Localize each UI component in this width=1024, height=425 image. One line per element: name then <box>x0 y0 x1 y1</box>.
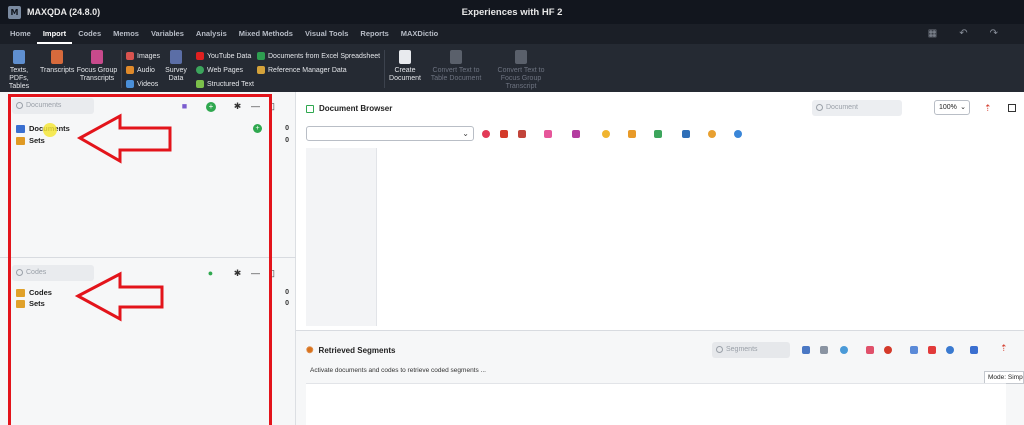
document-browser-title: Document Browser <box>306 104 392 113</box>
images-button[interactable]: Images <box>126 52 160 60</box>
convert-text-to-table-button[interactable]: Convert Text to Table Document <box>428 50 484 83</box>
create-document-button[interactable]: Create Document <box>388 50 422 83</box>
document-area-border <box>376 148 377 326</box>
overview-icon[interactable] <box>970 346 978 354</box>
document-search-input[interactable]: Document <box>812 100 902 116</box>
add-icon[interactable] <box>734 130 742 138</box>
in-vivo-icon[interactable] <box>544 130 552 138</box>
redo-icon[interactable]: ↷ <box>990 28 998 39</box>
comment-icon[interactable] <box>840 346 848 354</box>
focus-group-icon <box>91 50 103 64</box>
filter-icon[interactable] <box>866 346 874 354</box>
codes-count: 0 <box>285 289 289 296</box>
web-pages-button[interactable]: Web Pages <box>196 66 243 74</box>
tab-memos[interactable]: Memos <box>107 24 145 44</box>
hash-icon <box>196 80 204 88</box>
ribbon-separator <box>121 50 122 88</box>
reference-icon <box>257 66 265 74</box>
texts-pdfs-tables-button[interactable]: Texts, PDFs, Tables <box>2 50 36 91</box>
code-select-dropdown[interactable]: ⌄ <box>306 126 474 141</box>
panel-layout-icon[interactable] <box>1008 104 1016 112</box>
memo-icon[interactable] <box>628 130 636 138</box>
structured-text-button[interactable]: Structured Text <box>196 80 254 88</box>
code-icon[interactable] <box>518 130 526 138</box>
transcripts-button[interactable]: Transcripts <box>40 50 74 75</box>
survey-data-button[interactable]: Survey Data <box>162 50 190 83</box>
retrieved-segments-message: Activate documents and codes to retrieve… <box>310 367 486 374</box>
documents-count: 0 <box>285 125 289 132</box>
convert-table-icon <box>450 50 462 64</box>
code-sets-count: 0 <box>285 300 289 307</box>
edit-document-icon <box>306 104 314 113</box>
tab-analysis[interactable]: Analysis <box>190 24 233 44</box>
title-bar: M MAXQDA (24.8.0) Experiences with HF 2 <box>0 0 1024 24</box>
tab-reports[interactable]: Reports <box>354 24 394 44</box>
highlight-icon[interactable] <box>482 130 490 138</box>
image-icon <box>126 52 134 60</box>
youtube-data-button[interactable]: YouTube Data <box>196 52 251 60</box>
menu-bar: Home Import Codes Memos Variables Analys… <box>0 24 1024 44</box>
focus-group-transcripts-button[interactable]: Focus Group Transcripts <box>76 50 118 83</box>
paragraph-number-column <box>306 148 376 326</box>
tab-import[interactable]: Import <box>36 24 73 44</box>
survey-icon <box>170 50 182 64</box>
tab-maxdictio[interactable]: MAXDictio <box>395 24 445 44</box>
tab-codes[interactable]: Codes <box>72 24 107 44</box>
segment-view-icon[interactable] <box>802 346 810 354</box>
export-icon[interactable]: ⇡ <box>984 103 992 114</box>
comment-icon[interactable] <box>708 130 716 138</box>
globe-icon <box>196 66 204 74</box>
code-with-color-icon[interactable] <box>500 130 508 138</box>
weight-icon[interactable] <box>884 346 892 354</box>
retrieved-segments-title: ✺ Retrieved Segments <box>306 345 396 355</box>
ribbon-separator <box>384 50 385 88</box>
emoticon-icon[interactable] <box>602 130 610 138</box>
retrieved-segments-icon: ✺ <box>306 345 314 355</box>
smart-coding-icon[interactable] <box>910 346 918 354</box>
chevron-down-icon: ⌄ <box>462 129 469 138</box>
document-title: Experiences with HF 2 <box>461 7 563 18</box>
retrieved-segments-panel: ✺ Retrieved Segments Segments ⇡ Activate… <box>296 330 1024 425</box>
media-icon[interactable] <box>682 130 690 138</box>
document-sets-count: 0 <box>285 137 289 144</box>
pen-icon[interactable] <box>572 130 580 138</box>
document-import-icon <box>13 50 25 64</box>
reference-manager-button[interactable]: Reference Manager Data <box>257 66 347 74</box>
video-icon <box>126 80 134 88</box>
tab-variables[interactable]: Variables <box>145 24 190 44</box>
tab-mixed-methods[interactable]: Mixed Methods <box>233 24 299 44</box>
calculator-icon[interactable]: ▦ <box>928 28 937 39</box>
chevron-down-icon: ⌄ <box>960 104 966 111</box>
zoom-select[interactable]: 100% ⌄ <box>934 100 970 115</box>
segments-search-input[interactable]: Segments <box>712 342 790 358</box>
import-ribbon: Texts, PDFs, Tables Transcripts Focus Gr… <box>0 44 1024 92</box>
maxqda-window: M MAXQDA (24.8.0) Experiences with HF 2 … <box>0 0 1024 425</box>
convert-focus-icon <box>515 50 527 64</box>
link-icon[interactable] <box>654 130 662 138</box>
audio-button[interactable]: Audio <box>126 66 155 74</box>
audio-icon <box>126 66 134 74</box>
export-icon[interactable]: ⇡ <box>1000 343 1008 354</box>
segments-list-area <box>306 383 1006 425</box>
documents-from-excel-button[interactable]: Documents from Excel Spreadsheet <box>257 52 380 60</box>
tab-visual-tools[interactable]: Visual Tools <box>299 24 354 44</box>
tab-home[interactable]: Home <box>4 24 37 44</box>
annotation-highlight-box <box>8 94 272 425</box>
videos-button[interactable]: Videos <box>126 80 158 88</box>
table-view-icon[interactable] <box>820 346 828 354</box>
cloud-icon[interactable] <box>946 346 954 354</box>
search-icon <box>816 104 823 111</box>
spreadsheet-icon <box>257 52 265 60</box>
color-icon[interactable] <box>928 346 936 354</box>
document-browser-panel: Document Browser Document 100% ⌄ ⇡ ⌄ <box>296 92 1024 328</box>
youtube-icon <box>196 52 204 60</box>
transcript-icon <box>51 50 63 64</box>
undo-icon[interactable]: ↶ <box>959 28 967 39</box>
convert-text-to-focus-button[interactable]: Convert Text to Focus Group Transcript <box>488 50 554 91</box>
search-icon <box>716 346 723 353</box>
create-document-icon <box>399 50 411 64</box>
